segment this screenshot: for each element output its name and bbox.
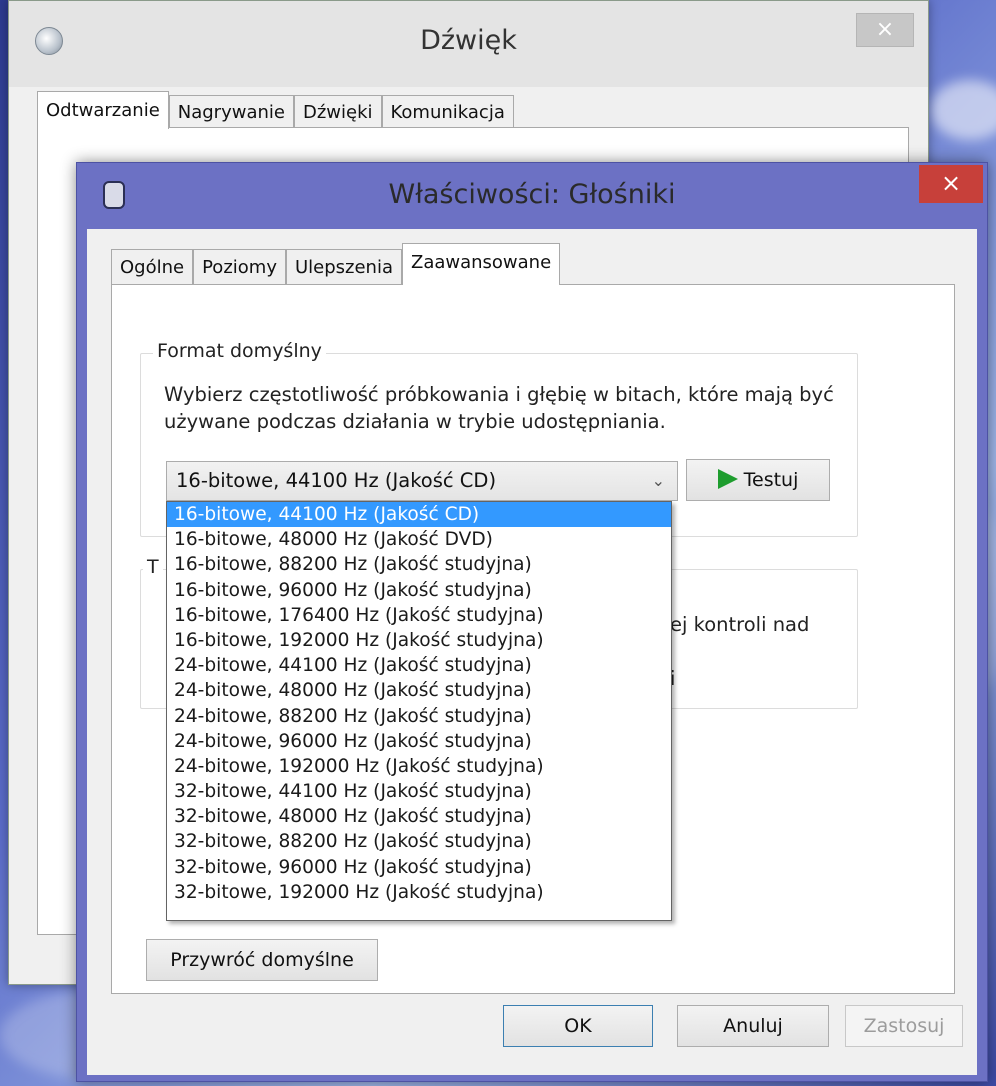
sample-rate-option[interactable]: 32-bitowe, 96000 Hz (Jakość studyjna) — [167, 855, 671, 880]
default-format-legend: Format domyślny — [153, 340, 326, 362]
tab-enhancements[interactable]: Ulepszenia — [285, 249, 402, 285]
cancel-button[interactable]: Anuluj — [677, 1005, 829, 1047]
sound-dialog-title: Dźwięk — [420, 25, 517, 56]
tab-general[interactable]: Ogólne — [111, 249, 194, 285]
sound-dialog-tabs: Odtwarzanie Nagrywanie Dźwięki Komunikac… — [37, 91, 514, 129]
sample-rate-selected-value: 16-bitowe, 44100 Hz (Jakość CD) — [176, 469, 497, 492]
exclusive-mode-text: ej kontroli nad — [670, 613, 810, 636]
play-icon — [717, 469, 738, 489]
tab-recording[interactable]: Nagrywanie — [168, 95, 294, 129]
sample-rate-option[interactable]: 24-bitowe, 88200 Hz (Jakość studyjna) — [167, 704, 671, 729]
sample-rate-option[interactable]: 24-bitowe, 44100 Hz (Jakość studyjna) — [167, 653, 671, 678]
tab-advanced[interactable]: Zaawansowane — [401, 243, 561, 285]
test-button-label: Testuj — [743, 469, 799, 491]
sound-dialog-titlebar[interactable]: Dźwięk × — [9, 1, 928, 87]
tab-levels[interactable]: Poziomy — [193, 249, 286, 285]
tab-sounds[interactable]: Dźwięki — [293, 95, 382, 129]
advanced-tab-panel: Format domyślny Wybierz częstotliwość pr… — [111, 284, 955, 994]
speaker-properties-titlebar[interactable]: Właściwości: Głośniki × — [77, 163, 987, 229]
speaker-properties-tabs: Ogólne Poziomy Ulepszenia Zaawansowane — [111, 243, 561, 285]
ok-button[interactable]: OK — [503, 1005, 653, 1047]
sample-rate-option[interactable]: 16-bitowe, 176400 Hz (Jakość studyjna) — [167, 603, 671, 628]
sample-rate-option[interactable]: 32-bitowe, 44100 Hz (Jakość studyjna) — [167, 779, 671, 804]
chevron-down-icon: ⌄ — [651, 471, 665, 490]
sample-rate-option[interactable]: 32-bitowe, 192000 Hz (Jakość studyjna) — [167, 880, 671, 905]
speaker-properties-client: Ogólne Poziomy Ulepszenia Zaawansowane F… — [87, 229, 977, 1075]
sample-rate-select[interactable]: 16-bitowe, 44100 Hz (Jakość CD) ⌄ — [166, 461, 678, 501]
sample-rate-option[interactable]: 32-bitowe, 88200 Hz (Jakość studyjna) — [167, 829, 671, 854]
speaker-properties-title: Właściwości: Głośniki — [388, 179, 676, 210]
sample-rate-option[interactable]: 16-bitowe, 96000 Hz (Jakość studyjna) — [167, 578, 671, 603]
apply-button[interactable]: Zastosuj — [845, 1005, 963, 1047]
sample-rate-option[interactable]: 24-bitowe, 48000 Hz (Jakość studyjna) — [167, 678, 671, 703]
restore-defaults-button[interactable]: Przywróć domyślne — [146, 939, 378, 981]
sample-rate-option[interactable]: 16-bitowe, 48000 Hz (Jakość DVD) — [167, 527, 671, 552]
sound-dialog-close-button[interactable]: × — [856, 13, 914, 47]
default-format-description: Wybierz częstotliwość próbkowania i głęb… — [164, 383, 834, 433]
sample-rate-option[interactable]: 24-bitowe, 192000 Hz (Jakość studyjna) — [167, 754, 671, 779]
tab-communications[interactable]: Komunikacja — [381, 95, 514, 129]
sample-rate-dropdown-list[interactable]: 16-bitowe, 44100 Hz (Jakość CD) 16-bitowe… — [166, 501, 672, 921]
sample-rate-option[interactable]: 16-bitowe, 88200 Hz (Jakość studyjna) — [167, 552, 671, 577]
speaker-properties-window: Właściwości: Głośniki × Ogólne Poziomy U… — [76, 162, 988, 1082]
tab-playback[interactable]: Odtwarzanie — [37, 91, 169, 129]
test-button[interactable]: Testuj — [686, 459, 830, 501]
sample-rate-option[interactable]: 32-bitowe, 48000 Hz (Jakość studyjna) — [167, 804, 671, 829]
exclusive-mode-legend: T — [143, 556, 163, 578]
sample-rate-option[interactable]: 24-bitowe, 96000 Hz (Jakość studyjna) — [167, 729, 671, 754]
sample-rate-option[interactable]: 16-bitowe, 44100 Hz (Jakość CD) — [167, 502, 671, 528]
speaker-properties-close-button[interactable]: × — [919, 165, 983, 203]
sample-rate-option[interactable]: 16-bitowe, 192000 Hz (Jakość studyjna) — [167, 628, 671, 653]
